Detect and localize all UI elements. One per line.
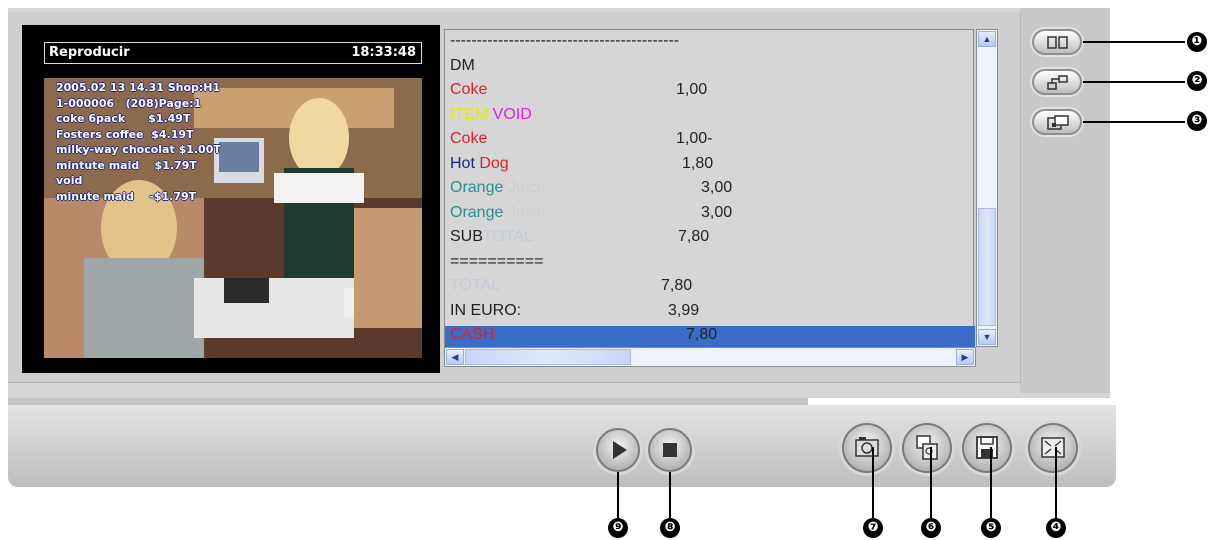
log-line[interactable]: Hot Dog [450, 155, 509, 179]
callout-9: ❾ [608, 518, 628, 538]
receipt-overlay-text: 2005.02 13 14.31 Shop:H1 1-000006 (208)Pa… [56, 80, 221, 204]
vertical-scrollbar[interactable]: ▲ ▼ [976, 29, 998, 347]
log-amount: 3,00 [701, 179, 733, 196]
log-text: Orange [450, 179, 504, 196]
play-icon [613, 441, 627, 459]
log-lines: ----------------------------------------… [446, 30, 974, 346]
save-button[interactable] [962, 423, 1012, 473]
overlay-line: minute maid -$1.79T [56, 189, 197, 203]
split-view-icon [1047, 36, 1068, 49]
zoom-icon [916, 435, 938, 460]
log-line[interactable]: Coke [450, 130, 487, 154]
overlay-line: 2005.02 13 14.31 Shop:H1 [56, 81, 221, 94]
callout-4: ❹ [1046, 518, 1066, 538]
log-text: Juice [503, 203, 546, 221]
zoom-button[interactable] [902, 423, 952, 473]
log-amount: 1,80 [682, 154, 714, 172]
window-icon [1047, 115, 1069, 130]
log-line[interactable]: IN EURO: [450, 302, 521, 326]
fullscreen-icon [1041, 437, 1065, 458]
overlay-line: 1-000006 (208)Page:1 [56, 96, 202, 110]
callout-7: ❼ [863, 518, 883, 538]
video-timestamp: 18:33:48 [351, 45, 416, 60]
video-frame[interactable]: 2005.02 13 14.31 Shop:H1 1-000006 (208)Pa… [44, 78, 422, 358]
log-text: CASH [450, 326, 495, 343]
scroll-up-button[interactable]: ▲ [978, 31, 996, 47]
play-button[interactable] [596, 428, 640, 472]
log-amount: 7,80 [678, 228, 710, 245]
log-text: ========== [450, 252, 544, 270]
network-icon [1047, 75, 1068, 90]
scroll-down-button[interactable]: ▼ [978, 329, 996, 345]
snapshot-button[interactable] [842, 423, 892, 473]
log-text: DM [450, 56, 475, 74]
callout-line-6 [930, 447, 932, 518]
callout-line-1 [1083, 41, 1185, 43]
log-text: IN EURO: [450, 301, 522, 319]
log-amount: 3,00 [701, 203, 733, 221]
log-line[interactable]: ITEM VOID [450, 106, 532, 130]
log-text: Orange [450, 203, 504, 221]
callout-line-7 [872, 447, 874, 518]
log-text: ----------------------------------------… [450, 32, 680, 49]
stop-button[interactable] [648, 428, 692, 472]
callout-line-8 [669, 472, 671, 518]
log-line[interactable]: Orange Juice [450, 204, 545, 228]
log-text: ITEM [450, 105, 489, 123]
log-line[interactable]: Orange Juice [450, 179, 545, 203]
log-text: Juice [503, 179, 546, 196]
log-line[interactable]: TOTAL [450, 277, 500, 301]
window-button[interactable] [1032, 109, 1082, 135]
log-text: Coke [450, 130, 488, 147]
callout-3: ❸ [1187, 111, 1207, 131]
callout-line-5 [990, 447, 992, 518]
overlay-line: Fosters coffee $4.19T [56, 127, 194, 141]
vertical-scroll-thumb[interactable] [978, 208, 996, 326]
log-amount: 1,00- [676, 130, 713, 147]
log-line[interactable]: ========== [450, 253, 543, 277]
horizontal-scroll-thumb[interactable] [465, 349, 631, 365]
callout-line-3 [1083, 121, 1185, 123]
log-line[interactable]: DM [450, 57, 475, 81]
log-line[interactable]: ----------------------------------------… [450, 32, 679, 56]
log-text: Dog [474, 154, 509, 172]
callout-line-4 [1055, 447, 1057, 518]
scroll-left-button[interactable]: ◀ [446, 349, 464, 365]
horizontal-scrollbar[interactable]: ◀ ▶ [444, 347, 976, 367]
callout-6: ❻ [921, 518, 941, 538]
fullscreen-button[interactable] [1028, 423, 1078, 473]
log-text: TOTAL [482, 228, 533, 245]
scroll-right-button[interactable]: ▶ [956, 349, 974, 365]
callout-2: ❷ [1187, 71, 1207, 91]
split-view-button[interactable] [1032, 29, 1082, 55]
network-button[interactable] [1032, 69, 1082, 95]
overlay-line: mintute maid $1.79T [56, 158, 197, 172]
log-line[interactable]: SUBTOTAL [450, 228, 533, 252]
log-text: VOID [488, 105, 532, 123]
callout-5: ❺ [981, 518, 1001, 538]
log-text: Hot [450, 154, 475, 172]
log-amount: 7,80 [686, 326, 718, 343]
log-text: TOTAL [450, 277, 501, 294]
video-title: Reproducir [49, 45, 130, 60]
overlay-line: milky-way chocolat $1.00T [56, 143, 221, 156]
callout-1: ❶ [1187, 32, 1207, 52]
callout-8: ❽ [660, 518, 680, 538]
video-title-bar: Reproducir 18:33:48 [44, 42, 422, 64]
log-amount: 1,00 [676, 81, 708, 98]
overlay-line: void [56, 174, 83, 187]
callout-line-9 [617, 472, 619, 518]
log-amount: 3,99 [668, 301, 700, 319]
log-text: Coke [450, 81, 488, 98]
camera-icon [855, 437, 879, 457]
log-amount: 7,80 [661, 277, 693, 294]
overlay-line: coke 6pack $1.49T [56, 112, 191, 125]
stop-icon [663, 443, 677, 457]
log-text: SUB [450, 228, 483, 245]
right-toolbar [1020, 8, 1110, 393]
log-line[interactable]: Coke [450, 81, 487, 105]
callout-line-2 [1083, 81, 1185, 83]
floppy-disk-icon [976, 436, 998, 459]
